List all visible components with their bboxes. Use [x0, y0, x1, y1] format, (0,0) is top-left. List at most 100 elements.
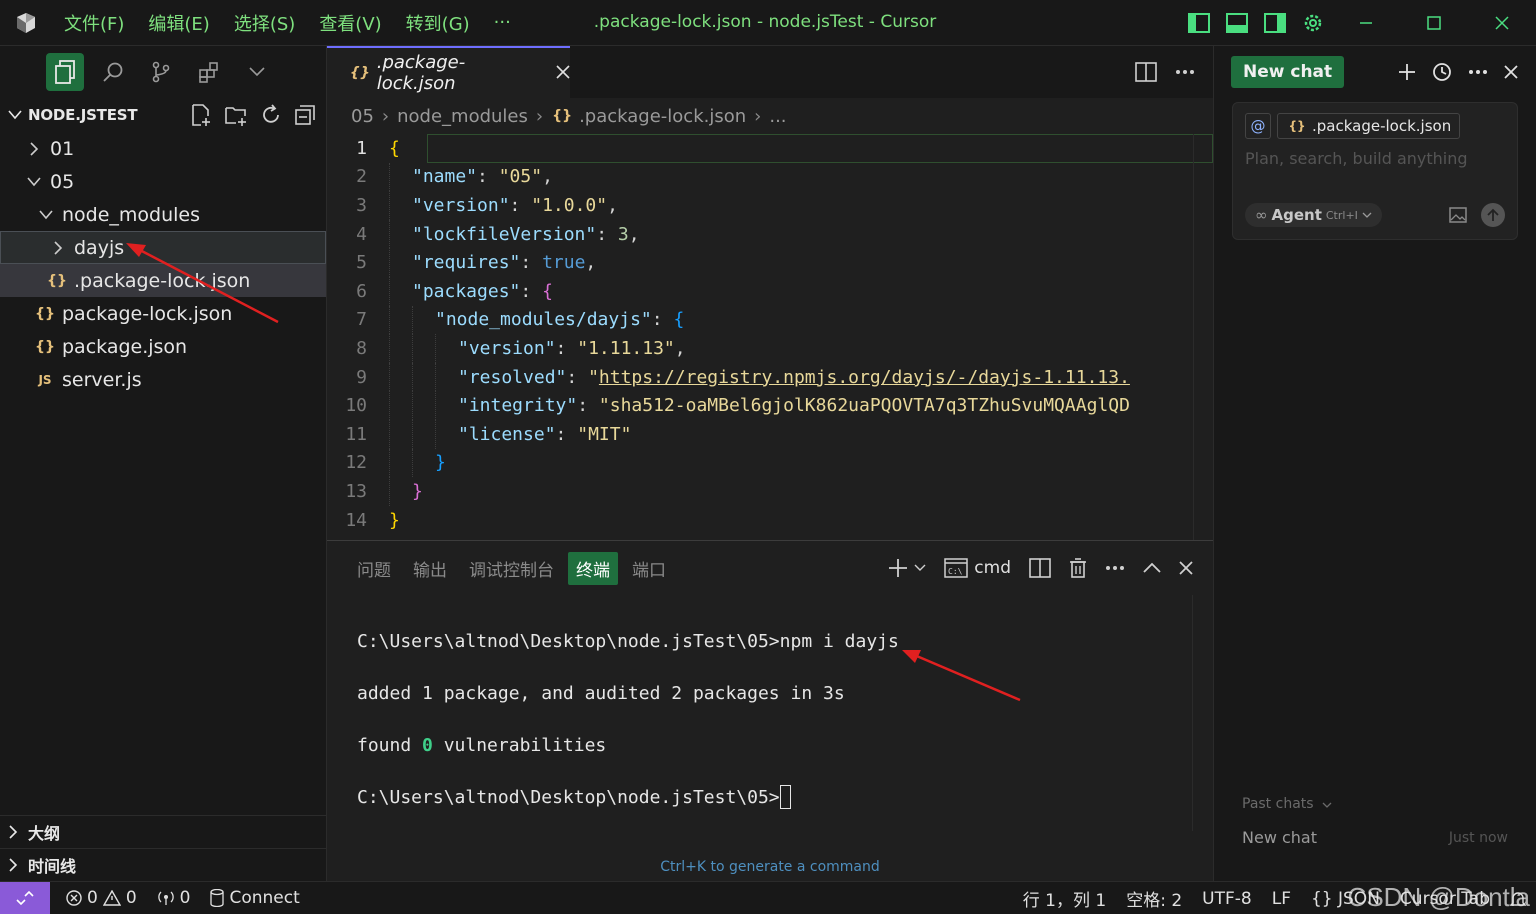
menu-edit[interactable]: 编辑(E)	[136, 10, 221, 36]
code-line: 12}	[327, 448, 1213, 478]
window-title: .package-lock.json - node.jsTest - Curso…	[593, 12, 937, 32]
tab-ports[interactable]: 端口	[624, 552, 674, 585]
chat-input[interactable]: Plan, search, build anything	[1245, 149, 1517, 168]
collapse-all-icon[interactable]	[294, 104, 316, 126]
new-terminal-icon[interactable]	[888, 558, 908, 578]
terminal-output[interactable]: C:\Users\altnod\Desktop\node.jsTest\05>n…	[327, 595, 1213, 823]
problems-indicator[interactable]: 0 0	[56, 888, 147, 908]
tab-terminal[interactable]: 终端	[568, 551, 618, 585]
tab-problems[interactable]: 问题	[349, 552, 399, 585]
chevron-down-icon	[24, 176, 44, 187]
menu-file[interactable]: 文件(F)	[52, 10, 136, 36]
trash-icon[interactable]	[1069, 558, 1087, 578]
breadcrumb-item[interactable]: ...	[769, 106, 786, 127]
tab-debug-console[interactable]: 调试控制台	[461, 552, 562, 585]
terminal-text: vulnerabilities	[432, 734, 607, 756]
chat-history-item[interactable]: New chat Just now	[1242, 828, 1508, 847]
terminal-line: added 1 package, and audited 2 packages …	[357, 682, 845, 704]
tree-folder-05[interactable]: 05	[0, 165, 326, 198]
tree-file-package-lock[interactable]: {} package-lock.json	[0, 297, 326, 330]
tree-folder-01[interactable]: 01	[0, 132, 326, 165]
chevron-down-icon[interactable]	[914, 564, 926, 572]
toggle-primary-sidebar-icon[interactable]	[1180, 0, 1218, 46]
new-folder-icon[interactable]	[224, 104, 248, 126]
cmd-terminal-icon: C:\	[944, 558, 969, 578]
encoding[interactable]: UTF-8	[1192, 889, 1262, 909]
chevron-down-icon	[1362, 212, 1372, 218]
settings-gear-icon[interactable]	[1294, 0, 1332, 46]
json-file-icon: {}	[35, 305, 55, 322]
json-file-icon: {}	[47, 272, 67, 289]
watermark: CSDN @Dontla	[1347, 882, 1530, 912]
add-chat-icon[interactable]	[1398, 63, 1416, 81]
add-context-button[interactable]: @	[1245, 113, 1271, 139]
image-upload-icon[interactable]	[1449, 207, 1467, 223]
maximize-button[interactable]	[1400, 0, 1468, 46]
explorer-icon[interactable]	[46, 53, 84, 91]
close-panel-icon[interactable]	[1179, 561, 1193, 575]
refresh-icon[interactable]	[260, 104, 282, 126]
agent-mode-selector[interactable]: ∞ Agent Ctrl+I	[1245, 203, 1382, 227]
cursor-position[interactable]: 行 1，列 1	[1013, 886, 1116, 911]
editor-tab-package-lock[interactable]: {} .package-lock.json	[327, 46, 570, 98]
more-actions-icon[interactable]	[1105, 565, 1125, 571]
more-actions-icon[interactable]	[1175, 69, 1195, 75]
tree-file-server[interactable]: JS server.js	[0, 363, 326, 396]
menu-go[interactable]: 转到(G)	[394, 10, 482, 36]
chevron-right-icon: ›	[754, 105, 762, 127]
history-icon[interactable]	[1432, 62, 1452, 82]
tree-folder-dayjs[interactable]: dayjs	[0, 231, 326, 264]
search-icon[interactable]	[94, 53, 132, 91]
close-chat-icon[interactable]	[1504, 65, 1518, 79]
code-editor[interactable]: 1{ 2 "name": "05", 3 "version": "1.0.0", 4…	[327, 134, 1213, 540]
tab-output[interactable]: 输出	[405, 552, 455, 585]
chevron-down-icon[interactable]	[238, 53, 276, 91]
explorer-section-header[interactable]: NODE.JSTEST	[0, 98, 326, 132]
menu-selection[interactable]: 选择(S)	[222, 10, 307, 36]
menu-bar: 文件(F) 编辑(E) 选择(S) 查看(V) 转到(G) ···	[52, 0, 523, 46]
resolved-url-link[interactable]: https://registry.npmjs.org/dayjs/-/dayjs…	[599, 367, 1130, 388]
toggle-secondary-sidebar-icon[interactable]	[1256, 0, 1294, 46]
chevron-down-icon	[1322, 802, 1332, 808]
maximize-panel-icon[interactable]	[1143, 562, 1161, 574]
breadcrumb-item[interactable]: .package-lock.json	[579, 106, 746, 127]
more-actions-icon[interactable]	[1468, 69, 1488, 75]
breadcrumb-item[interactable]: node_modules	[397, 106, 528, 127]
close-window-button[interactable]	[1468, 0, 1536, 46]
minimize-button[interactable]	[1332, 0, 1400, 46]
json-file-icon: {}	[1288, 119, 1306, 133]
split-terminal-icon[interactable]	[1029, 558, 1051, 578]
json-value: "1.11.13"	[577, 337, 675, 359]
connect-button[interactable]: Connect	[200, 888, 309, 908]
send-button[interactable]	[1481, 203, 1505, 227]
tree-file-dot-package-lock[interactable]: {} .package-lock.json	[0, 264, 326, 297]
menu-view[interactable]: 查看(V)	[307, 10, 393, 36]
timeline-section[interactable]: 时间线	[0, 848, 327, 881]
chat-tab-new-chat[interactable]: New chat	[1231, 56, 1345, 88]
remote-indicator[interactable]	[0, 881, 50, 914]
source-control-icon[interactable]	[142, 53, 180, 91]
extensions-icon[interactable]	[190, 53, 228, 91]
chevron-down-icon	[36, 209, 56, 220]
tree-file-package[interactable]: {} package.json	[0, 330, 326, 363]
code-line: 14}	[327, 506, 1213, 535]
indentation[interactable]: 空格: 2	[1116, 886, 1192, 911]
menu-more[interactable]: ···	[482, 12, 523, 33]
past-chats-toggle[interactable]: Past chats	[1242, 796, 1332, 812]
context-file-chip[interactable]: {} .package-lock.json	[1277, 113, 1461, 139]
terminal-scrollbar[interactable]	[1192, 595, 1193, 831]
end-of-line[interactable]: LF	[1262, 889, 1301, 909]
ports-indicator[interactable]: 0	[147, 888, 201, 908]
new-file-icon[interactable]	[190, 104, 212, 126]
json-value: "sha512-oaMBel6gjolK862uaPQOVTA7q3TZhuSv…	[598, 395, 1130, 417]
terminal-shell-selector[interactable]: C:\ cmd	[944, 558, 1011, 578]
code-line: 2 "name": "05",	[327, 162, 1213, 192]
breadcrumb-item[interactable]: 05	[351, 106, 374, 127]
json-file-icon: {}	[552, 108, 573, 124]
outline-section[interactable]: 大纲	[0, 815, 327, 848]
split-editor-icon[interactable]	[1135, 62, 1157, 82]
code-line: 11 "license": "MIT"	[327, 419, 1213, 449]
toggle-panel-icon[interactable]	[1218, 0, 1256, 46]
close-tab-icon[interactable]	[556, 63, 570, 84]
tree-folder-node-modules[interactable]: node_modules	[0, 198, 326, 231]
